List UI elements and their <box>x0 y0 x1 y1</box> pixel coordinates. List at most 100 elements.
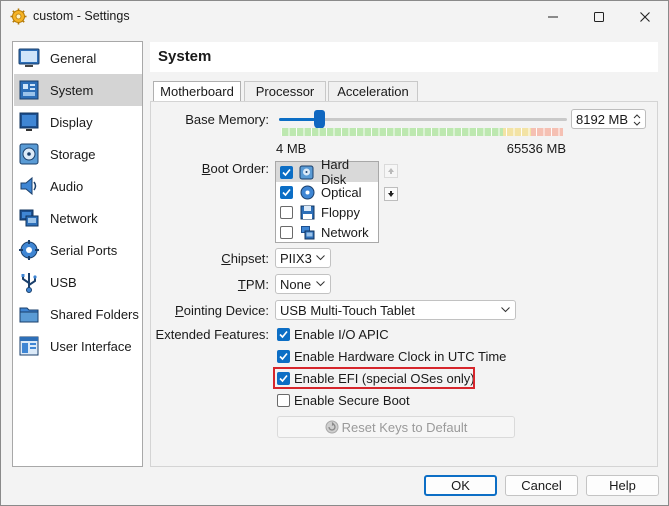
close-button[interactable] <box>622 1 668 33</box>
chipset-value: PIIX3 <box>280 251 312 266</box>
sidebar: General System Display Storage Audio Net… <box>12 41 143 467</box>
close-icon <box>640 12 650 22</box>
arrow-up-icon <box>388 168 394 174</box>
sidebar-item-label: Shared Folders <box>50 306 139 322</box>
chevron-down-icon <box>501 307 510 313</box>
sidebar-item-audio[interactable]: Audio <box>14 170 142 202</box>
boot-move-down-button[interactable] <box>384 187 398 201</box>
checkmark-icon <box>282 188 291 196</box>
boot-order-list[interactable]: Hard Disk Optical Floppy Network <box>275 157 379 243</box>
tpm-select[interactable]: None <box>275 274 331 294</box>
tab-label: Processor <box>255 84 315 99</box>
title-bar: custom - Settings <box>1 1 668 33</box>
boot-move-up-button[interactable] <box>384 164 398 178</box>
user-interface-icon <box>17 334 41 358</box>
network-boot-icon <box>299 224 315 240</box>
boot-item-label: Network <box>321 224 369 240</box>
optical-disc-icon <box>299 184 315 200</box>
checkmark-icon <box>279 330 288 338</box>
pointing-device-select[interactable]: USB Multi-Touch Tablet <box>275 300 516 320</box>
sidebar-item-general[interactable]: General <box>14 42 142 74</box>
checkbox-box[interactable] <box>277 349 290 363</box>
chipset-select[interactable]: PIIX3 <box>275 248 331 268</box>
window-title: custom - Settings <box>33 9 130 23</box>
chevron-down-icon <box>316 281 325 287</box>
cancel-button[interactable]: Cancel <box>505 475 578 496</box>
sidebar-item-label: Audio <box>50 178 84 194</box>
memory-max-label: 65536 MB <box>506 141 566 156</box>
system-icon <box>17 78 41 102</box>
boot-checkbox[interactable] <box>280 165 293 179</box>
sidebar-item-label: Display <box>50 114 93 130</box>
minimize-button[interactable] <box>530 1 576 33</box>
sidebar-item-label: Storage <box>50 146 96 162</box>
extended-features-label: Extended Features: <box>155 327 269 342</box>
memory-slider-thumb[interactable] <box>313 110 325 129</box>
reset-icon <box>325 420 339 434</box>
sidebar-item-label: USB <box>50 274 77 290</box>
io-apic-label: Enable I/O APIC <box>294 326 389 342</box>
sidebar-item-storage[interactable]: Storage <box>14 138 142 170</box>
checkbox-box[interactable] <box>277 393 290 407</box>
page-title: System <box>158 48 212 65</box>
ok-button[interactable]: OK <box>424 475 497 496</box>
memory-value: 8192 MB <box>576 112 629 127</box>
sidebar-item-label: Serial Ports <box>50 242 118 258</box>
serial-ports-icon <box>17 238 41 262</box>
sidebar-item-label: System <box>50 82 94 98</box>
hard-disk-icon <box>299 164 315 180</box>
reset-keys-button[interactable]: Reset Keys to Default <box>277 416 515 438</box>
tpm-label: TPM: <box>237 277 269 292</box>
sidebar-item-label: User Interface <box>50 338 132 354</box>
checkmark-icon <box>279 352 288 360</box>
sidebar-item-network[interactable]: Network <box>14 202 142 234</box>
boot-item-floppy[interactable]: Floppy <box>276 202 378 222</box>
memory-slider-fill <box>279 118 315 121</box>
minimize-icon <box>548 16 558 18</box>
checkbox-box[interactable] <box>277 327 290 341</box>
display-icon <box>17 110 41 134</box>
boot-checkbox[interactable] <box>280 205 293 219</box>
sidebar-item-label: Network <box>50 210 98 226</box>
tab-processor[interactable]: Processor <box>244 81 326 101</box>
boot-item-network[interactable]: Network <box>276 222 378 242</box>
sidebar-item-serial-ports[interactable]: Serial Ports <box>14 234 142 266</box>
checkmark-icon <box>282 168 291 176</box>
memory-spinbox[interactable]: 8192 MB <box>571 109 646 129</box>
help-button[interactable]: Help <box>586 475 659 496</box>
sidebar-item-display[interactable]: Display <box>14 106 142 138</box>
base-memory-label: Base Memory: <box>185 112 269 127</box>
secure-boot-checkbox[interactable]: Enable Secure Boot <box>277 391 410 409</box>
arrow-down-icon <box>388 191 394 197</box>
tab-label: Acceleration <box>337 84 409 99</box>
boot-checkbox[interactable] <box>280 225 293 239</box>
boot-checkbox[interactable] <box>280 185 293 199</box>
boot-item-hard-disk[interactable]: Hard Disk <box>276 157 378 187</box>
sidebar-item-shared-folders[interactable]: Shared Folders <box>14 298 142 330</box>
settings-window: custom - Settings General System Display… <box>0 0 669 506</box>
efi-highlight-box <box>273 367 475 389</box>
io-apic-checkbox[interactable]: Enable I/O APIC <box>277 325 389 343</box>
spin-arrows-icon[interactable] <box>631 111 643 129</box>
tab-motherboard[interactable]: Motherboard <box>153 81 241 102</box>
sidebar-item-user-interface[interactable]: User Interface <box>14 330 142 362</box>
chevron-down-icon <box>316 255 325 261</box>
memory-min-label: 4 MB <box>276 141 307 156</box>
sidebar-item-usb[interactable]: USB <box>14 266 142 298</box>
audio-icon <box>17 174 41 198</box>
utc-clock-checkbox[interactable]: Enable Hardware Clock in UTC Time <box>277 347 506 365</box>
network-icon <box>17 206 41 230</box>
usb-icon <box>17 270 41 294</box>
shared-folders-icon <box>17 302 41 326</box>
pointing-device-value: USB Multi-Touch Tablet <box>280 303 415 318</box>
maximize-button[interactable] <box>576 1 622 33</box>
boot-order-label: Boot Order: <box>201 161 269 176</box>
sidebar-item-system[interactable]: System <box>14 74 142 106</box>
tab-acceleration[interactable]: Acceleration <box>328 81 418 101</box>
pointing-device-label: Pointing Device: <box>175 303 269 318</box>
maximize-icon <box>594 12 604 22</box>
tpm-value: None <box>280 277 312 292</box>
memory-scale-ticks <box>281 128 563 136</box>
secure-boot-label: Enable Secure Boot <box>294 392 410 408</box>
boot-item-optical[interactable]: Optical <box>276 182 378 202</box>
